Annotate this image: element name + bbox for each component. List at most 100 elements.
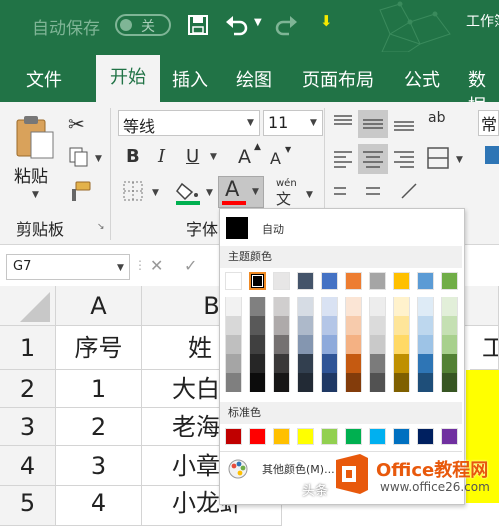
theme-color-swatch[interactable] (297, 272, 314, 290)
theme-tint-swatch[interactable] (273, 373, 290, 392)
theme-tint-swatch[interactable] (321, 354, 338, 373)
font-size-dropdown-icon[interactable]: ▼ (310, 118, 317, 128)
theme-tint-swatch[interactable] (441, 335, 458, 354)
theme-tint-swatch[interactable] (273, 297, 290, 316)
theme-tint-swatch[interactable] (393, 335, 410, 354)
theme-tint-swatch[interactable] (393, 297, 410, 316)
row-header-5[interactable]: 5 (0, 486, 56, 526)
format-painter-icon[interactable] (68, 180, 92, 202)
theme-tint-swatch[interactable] (345, 354, 362, 373)
paste-dropdown-icon[interactable]: ▼ (32, 190, 39, 200)
standard-color-swatch[interactable] (345, 428, 362, 445)
theme-tint-swatch[interactable] (417, 335, 434, 354)
theme-tint-swatch[interactable] (297, 354, 314, 373)
theme-tint-swatch[interactable] (417, 354, 434, 373)
theme-tint-swatch[interactable] (441, 354, 458, 373)
bold-button[interactable]: B (126, 146, 140, 167)
merge-dropdown-icon[interactable]: ▼ (456, 155, 463, 165)
number-format-box[interactable]: 常 (478, 110, 499, 136)
cell-a5[interactable]: 4 (56, 486, 142, 526)
cut-icon[interactable]: ✂ (68, 112, 85, 136)
theme-color-swatch[interactable] (369, 272, 386, 290)
cell-a3[interactable]: 2 (56, 408, 142, 446)
standard-color-swatch[interactable] (393, 428, 410, 445)
theme-tint-swatch[interactable] (273, 316, 290, 335)
theme-color-swatch[interactable] (345, 272, 362, 290)
standard-color-swatch[interactable] (225, 428, 242, 445)
row-header-3[interactable]: 3 (0, 408, 56, 446)
standard-color-swatch[interactable] (297, 428, 314, 445)
theme-tint-swatch[interactable] (225, 335, 242, 354)
number-format-icon[interactable] (484, 144, 499, 166)
phonetic-dropdown-icon[interactable]: ▼ (306, 190, 313, 200)
name-box-dropdown-icon[interactable]: ▼ (117, 263, 124, 273)
theme-tint-swatch[interactable] (369, 335, 386, 354)
theme-tint-swatch[interactable] (345, 297, 362, 316)
theme-tint-swatch[interactable] (441, 297, 458, 316)
fill-color-icon[interactable] (174, 178, 202, 206)
theme-tint-swatch[interactable] (273, 354, 290, 373)
standard-color-swatch[interactable] (321, 428, 338, 445)
theme-tint-swatch[interactable] (297, 335, 314, 354)
column-header-a[interactable]: A (56, 286, 142, 326)
theme-tint-swatch[interactable] (225, 373, 242, 392)
theme-tint-swatch[interactable] (393, 373, 410, 392)
auto-color-swatch[interactable] (226, 217, 248, 239)
standard-color-swatch[interactable] (369, 428, 386, 445)
theme-tint-swatch[interactable] (225, 354, 242, 373)
theme-tint-swatch[interactable] (249, 373, 266, 392)
redo-icon[interactable] (273, 12, 299, 36)
font-color-dropdown-icon[interactable]: ▼ (252, 187, 259, 197)
theme-tint-swatch[interactable] (225, 316, 242, 335)
theme-tint-swatch[interactable] (321, 316, 338, 335)
theme-tint-swatch[interactable] (249, 335, 266, 354)
theme-tint-swatch[interactable] (417, 297, 434, 316)
italic-button[interactable]: I (158, 146, 165, 167)
theme-color-swatch[interactable] (249, 272, 266, 290)
theme-tint-swatch[interactable] (297, 297, 314, 316)
theme-tint-swatch[interactable] (321, 297, 338, 316)
standard-color-swatch[interactable] (417, 428, 434, 445)
standard-color-swatch[interactable] (249, 428, 266, 445)
theme-tint-swatch[interactable] (369, 316, 386, 335)
theme-color-swatch[interactable] (393, 272, 410, 290)
underline-dropdown-icon[interactable]: ▼ (210, 152, 217, 162)
autosave-toggle[interactable]: 关 (115, 14, 171, 36)
theme-tint-swatch[interactable] (393, 316, 410, 335)
theme-tint-swatch[interactable] (441, 373, 458, 392)
row-header-1[interactable]: 1 (0, 326, 56, 370)
undo-icon[interactable] (224, 12, 250, 36)
tab-formulas[interactable]: 公式 (404, 66, 440, 92)
customize-qat-icon[interactable]: ⬇ (320, 12, 333, 30)
name-box[interactable]: G7 ▼ (6, 254, 130, 280)
theme-color-swatch[interactable] (417, 272, 434, 290)
borders-dropdown-icon[interactable]: ▼ (152, 188, 159, 198)
more-colors-item[interactable]: 其他颜色(M)... (262, 461, 335, 477)
font-size-box[interactable]: 11 ▼ (263, 110, 323, 136)
theme-tint-swatch[interactable] (273, 335, 290, 354)
theme-tint-swatch[interactable] (321, 335, 338, 354)
cell-a4[interactable]: 3 (56, 446, 142, 486)
select-all-corner[interactable] (0, 286, 56, 326)
theme-tint-swatch[interactable] (345, 373, 362, 392)
font-name-box[interactable]: 等线 ▼ (118, 110, 260, 136)
theme-tint-swatch[interactable] (441, 316, 458, 335)
paste-label[interactable]: 粘贴 (14, 162, 48, 187)
clipboard-launcher-icon[interactable]: ↘ (97, 222, 105, 232)
theme-tint-swatch[interactable] (369, 373, 386, 392)
cell-f1[interactable]: 工 (470, 326, 499, 370)
wrap-text-button[interactable]: ab (428, 110, 445, 126)
row-header-4[interactable]: 4 (0, 446, 56, 486)
font-name-dropdown-icon[interactable]: ▼ (247, 118, 254, 128)
underline-button[interactable]: U (186, 146, 199, 167)
auto-color-label[interactable]: 自动 (262, 221, 284, 237)
theme-tint-swatch[interactable] (345, 335, 362, 354)
theme-tint-swatch[interactable] (297, 316, 314, 335)
theme-tint-swatch[interactable] (369, 354, 386, 373)
theme-tint-swatch[interactable] (345, 316, 362, 335)
cell-a2[interactable]: 1 (56, 370, 142, 408)
paste-icon[interactable] (14, 112, 56, 160)
theme-tint-swatch[interactable] (297, 373, 314, 392)
theme-tint-swatch[interactable] (225, 297, 242, 316)
grow-font-button[interactable]: A (238, 146, 251, 168)
